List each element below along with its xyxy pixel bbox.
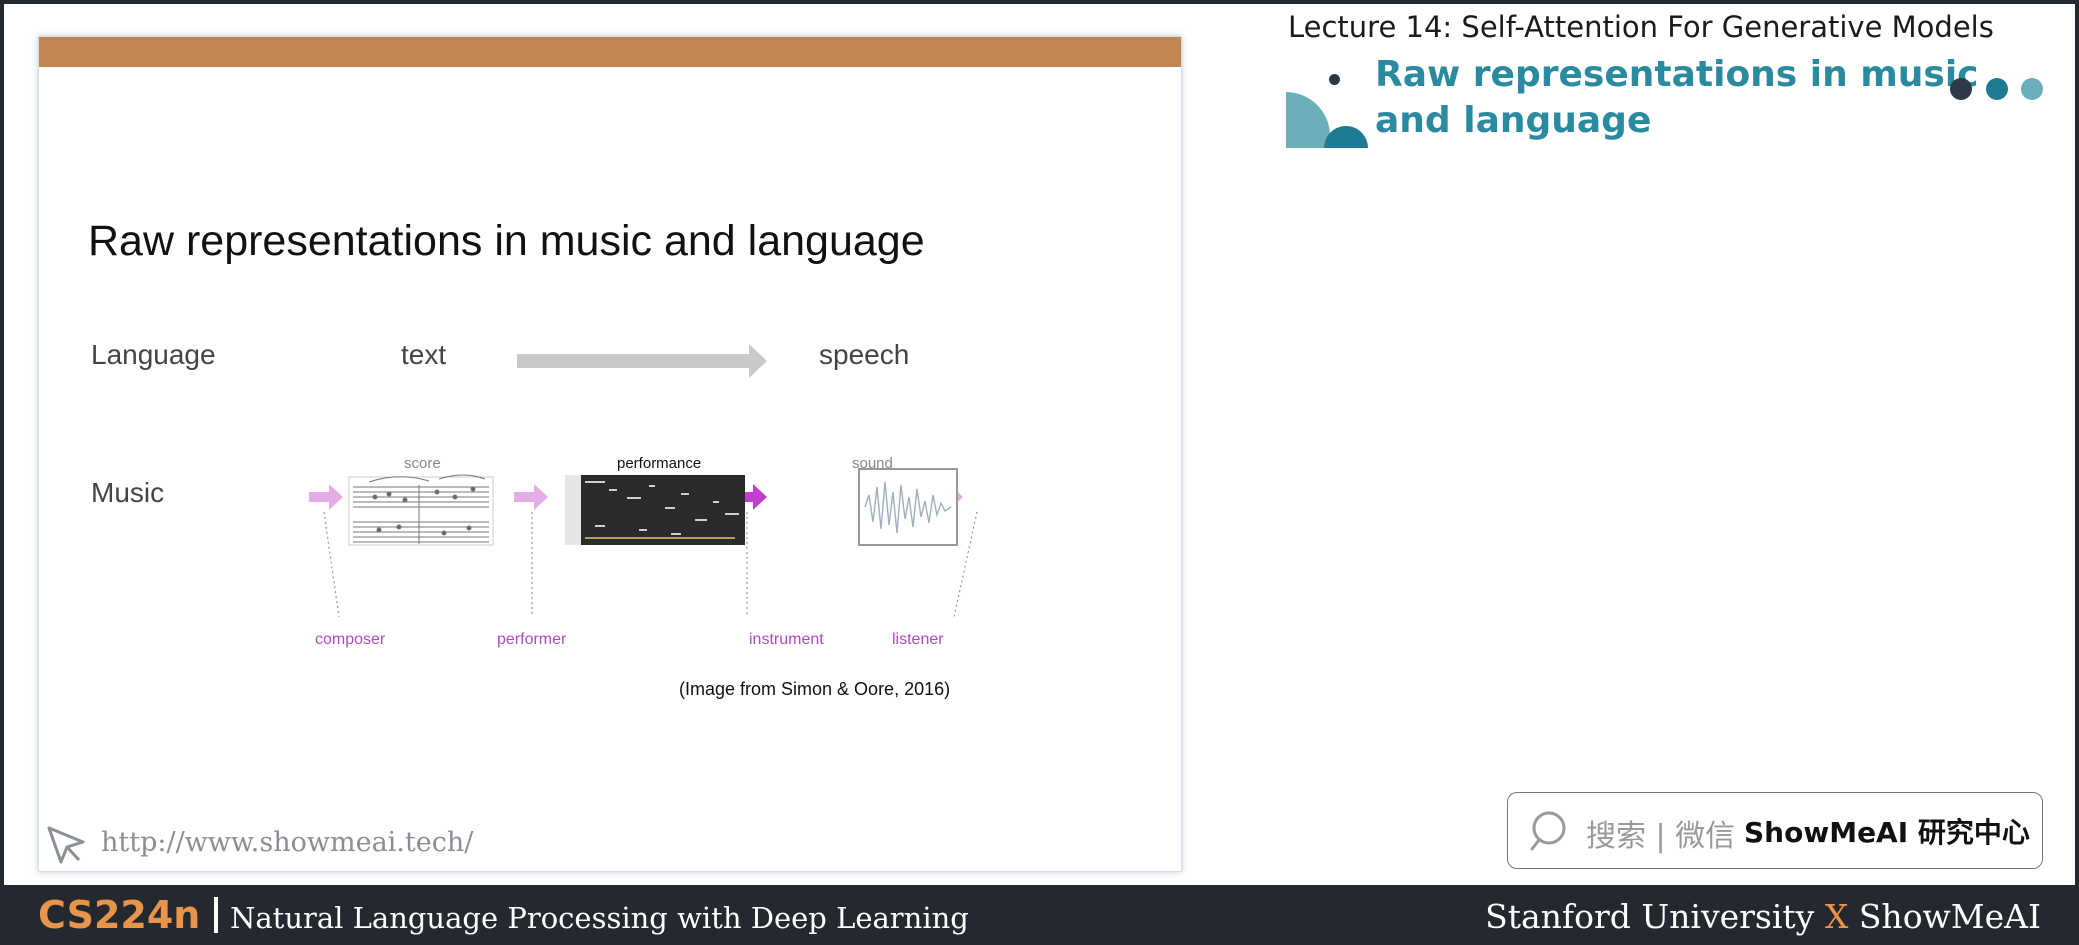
arrow-performer <box>514 484 548 510</box>
lecture-title: Lecture 14: Self-Attention For Generativ… <box>1288 10 1994 44</box>
waveform-image <box>858 468 958 546</box>
speech-label: speech <box>819 339 910 370</box>
search-box[interactable]: 搜索 | 微信 ShowMeAI 研究中心 <box>1507 792 2043 869</box>
course-subtitle: Natural Language Processing with Deep Le… <box>230 901 969 935</box>
credit-showmeai: ShowMeAI <box>1858 897 2041 936</box>
slide-title: Raw representations in music and languag… <box>88 217 925 265</box>
arrow-composer <box>309 484 343 510</box>
credit-stanford: Stanford University <box>1485 897 1815 936</box>
bullet-dot <box>1329 74 1340 85</box>
performer-label: performer <box>497 631 567 648</box>
music-label: Music <box>91 477 165 508</box>
image-caption: (Image from Simon & Oore, 2016) <box>679 679 951 699</box>
footer-divider <box>214 897 218 933</box>
text-to-speech-arrow <box>517 344 767 378</box>
cursor-logo-icon <box>47 826 85 864</box>
search-brand: ShowMeAI 研究中心 <box>1744 816 2030 849</box>
slide-top-bar <box>39 37 1181 67</box>
decor-shapes-icon <box>1286 92 1368 148</box>
decor-dots-icon <box>1950 78 2043 100</box>
site-url[interactable]: http://www.showmeai.tech/ <box>101 827 473 858</box>
listener-label: listener <box>892 631 944 648</box>
video-frame: Raw representations in music and languag… <box>4 4 2075 885</box>
score-sheet-image <box>348 474 494 546</box>
composer-label: composer <box>315 631 386 648</box>
search-label: 搜索 | 微信 <box>1586 819 1736 854</box>
instrument-label: instrument <box>749 631 824 648</box>
course-code: CS224n <box>38 893 201 937</box>
footer-credits: Stanford University X ShowMeAI <box>1485 897 2041 936</box>
footer-bar: CS224n Natural Language Processing with … <box>0 885 2079 945</box>
search-icon <box>1530 811 1566 851</box>
language-label: Language <box>91 339 216 370</box>
text-label: text <box>401 339 447 370</box>
slide: Raw representations in music and languag… <box>38 36 1182 872</box>
credit-x: X <box>1824 897 1849 936</box>
piano-roll-image <box>565 475 745 545</box>
